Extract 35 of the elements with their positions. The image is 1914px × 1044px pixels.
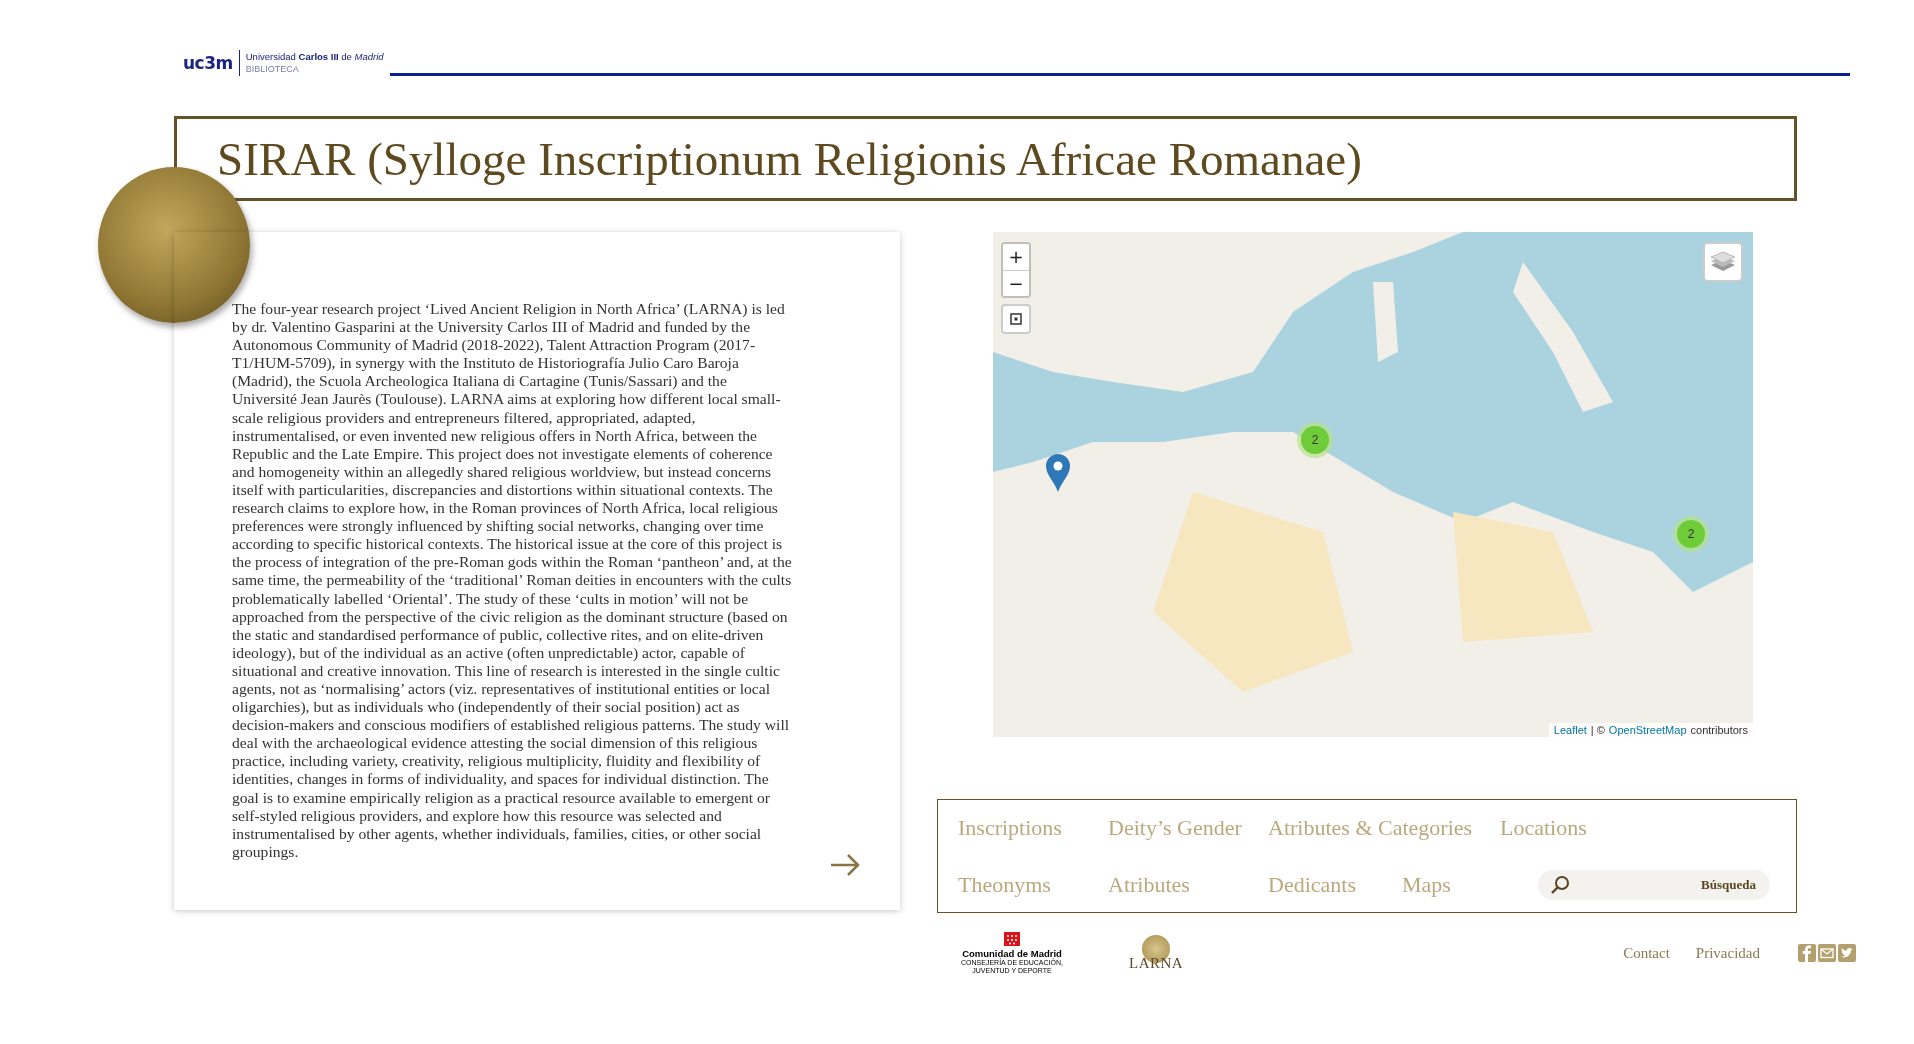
footer-link[interactable]: Contact <box>1623 944 1670 962</box>
zoom-out-button[interactable]: − <box>1003 270 1029 296</box>
page-title: SIRAR (Sylloge Inscriptionum Religionis Africae Romanae) <box>217 131 1362 186</box>
layers-button[interactable] <box>1703 242 1743 282</box>
leaflet-link[interactable]: Leaflet <box>1553 724 1587 736</box>
nav-link[interactable]: Locations <box>1500 814 1628 842</box>
intro-paragraph: The four-year research project ‘Lived Ancient Religion in North Africa’ (LARNA) is led by dr. Valentino Gasparini at the University Carlos III of Madrid and funded by the Autonomous Community of Madrid (2018-2022), Talent Attraction Program (2017-T1/HUM-5709), in synergy with the Instituto de Historiografía Julio Caro Baroja (Madrid), the Scuola Archeologica Italiana di Cartagine (Tunis/Sassari) and the Université Jean Jaurès (Toulouse). LARNA aims at exploring how different local small-scale religious providers and entrepreneurs filtered, appropriated, adapted, instrumentalised, or even invented new religious offers in North Africa, between the Republic and the Late Empire. This project does not investigate elements of coherence and homogeneity within an allegedly shared religious worldview, but instead concerns itself with particularities, discrepancies and distortions within situational contexts. The research claims to explore how, in the Roman provinces of North Africa, local religious preferences were strongly influenced by shifting social networks, changing over time according to specific historical contexts. The historical issue at the core of this project is the process of integration of the pre-Roman gods within the Roman ‘pantheon’ and, at the same time, the permeability of the ‘traditional’ Roman deities in encounters with the cults problematically labelled ‘Oriental’. The study of these ‘cults in motion’ will not be approached from the perspective of the civic religion as the dominant structure (based on the static and standardised performance of public, collective rites, and on elite-driven ideology), but of the individual as an active (often unpredictable) actor, capable of situational and creative innovation. This line of research is interested in the single cultic agents, not as ‘normalising’ actors (viz. representatives of institutional entities or local oligarchies), but as individuals who (independently of their social position) act as decision-makers and conscious modifiers of established religious patterns. The study will deal with the archaeological evidence attesting the social dimension of this religious practice, including variety, creativity, religious multiplicity, fluidity and flexibility of identities, changes in forms of individuality, and spaces for individual distinction. The goal is to examine empirically religion as a practical resource available to emergent or self-styled religious providers, and explore how this resource was selected and instrumentalised by other agents, whether individuals, families, cities, or other social groupings. <box>232 300 792 861</box>
map-pin-icon[interactable] <box>1045 453 1071 493</box>
nav-link[interactable]: Maps <box>1402 871 1451 899</box>
facebook-icon[interactable] <box>1798 944 1816 962</box>
logo-wordmark: uc3m <box>183 53 233 73</box>
footer-link[interactable]: Privacidad <box>1695 944 1760 962</box>
attribution-text: contributors <box>1690 724 1748 736</box>
zoom-in-button[interactable]: + <box>1003 244 1029 270</box>
search-field[interactable]: Búsqueda <box>1538 870 1770 900</box>
library-label: BIBLIOTECA <box>245 63 300 75</box>
attribution-separator: | © <box>1590 724 1605 736</box>
layers-icon <box>1710 251 1736 273</box>
fullscreen-button[interactable] <box>1001 304 1031 334</box>
openstreetmap-link[interactable]: OpenStreetMap <box>1608 724 1687 736</box>
mail-icon[interactable] <box>1818 944 1836 962</box>
nav-link[interactable]: Atributes <box>1108 871 1268 899</box>
nav-link[interactable]: Atributes & Categories <box>1268 814 1500 842</box>
bird-icon[interactable] <box>1838 944 1856 962</box>
stars-flag-icon <box>1004 931 1020 946</box>
university-name: Universidad Carlos III de Madrid <box>245 51 384 63</box>
nav-link[interactable]: Dedicants <box>1268 871 1402 899</box>
nav-link[interactable]: Theonyms <box>958 871 1108 899</box>
sponsor-name: Comunidad de Madrid <box>962 947 1062 959</box>
project-logo-name: LARNA <box>1129 954 1184 972</box>
arrow-right-icon[interactable] <box>830 854 860 876</box>
search-icon <box>1550 875 1570 895</box>
nav-link[interactable]: Inscriptions <box>958 814 1108 842</box>
nav-link[interactable]: Deity’s Gender <box>1108 814 1268 842</box>
fullscreen-icon <box>1010 313 1022 325</box>
